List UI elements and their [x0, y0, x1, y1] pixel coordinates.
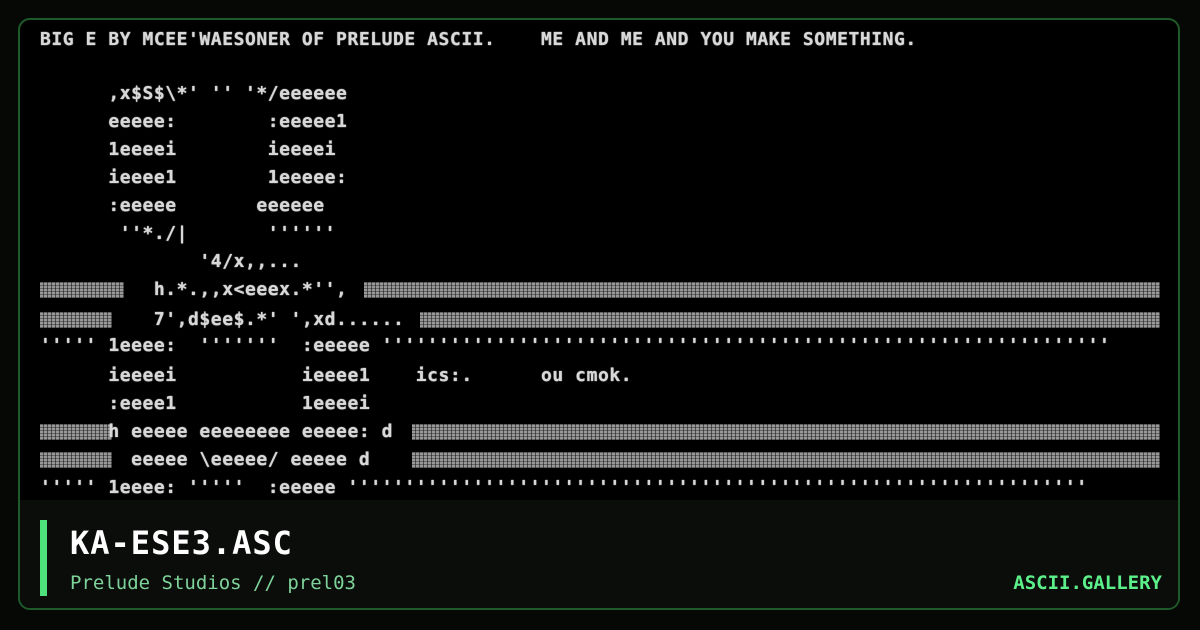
art-line: ieeeei ieeee1 ics:. ou cmok. [40, 365, 633, 386]
art-line: :eeeee eeeeee [40, 195, 325, 216]
art-line: ieeee1 1eeeee: [40, 167, 348, 188]
art-line: ''''' 1eeee: ''''''' :eeeee ''''''''''''… [40, 335, 1111, 356]
art-line: :eeee1 1eeeei [40, 393, 371, 414]
art-header-line: BIG E BY MCEE'WAESONER OF PRELUDE ASCII.… [40, 29, 917, 50]
art-line: eeeee \eeeee/ eeeee d [40, 449, 371, 470]
art-line: ''*./| '''''' [40, 223, 337, 244]
art-line: 1eeeei ieeeei [40, 139, 337, 160]
art-line: eeeee: :eeeee1 [40, 111, 348, 132]
art-line: ,x$S$\*' '' '*/eeeeee [40, 83, 348, 104]
file-title: KA-ESE3.ASC [70, 524, 293, 562]
site-brand-link[interactable]: ASCII.GALLERY [1013, 572, 1162, 594]
info-footer: KA-ESE3.ASC Prelude Studios // prel03 AS… [20, 500, 1178, 608]
art-frame: BIG E BY MCEE'WAESONER OF PRELUDE ASCII.… [18, 18, 1180, 610]
ascii-art-canvas: BIG E BY MCEE'WAESONER OF PRELUDE ASCII.… [40, 20, 1160, 500]
art-line: h.*.,,x<eeex.*'', [40, 279, 348, 300]
art-line: h eeeee eeeeeeee eeeee: d [40, 421, 393, 442]
art-line: '4/x,,... [40, 251, 302, 272]
accent-bar [40, 520, 47, 596]
art-line: ''''' 1eeee: ''''' :eeeee ''''''''''''''… [40, 477, 1088, 498]
art-line: 7',d$ee$.*' ',xd...... [40, 309, 405, 330]
artist-credit: Prelude Studios // prel03 [70, 572, 356, 594]
